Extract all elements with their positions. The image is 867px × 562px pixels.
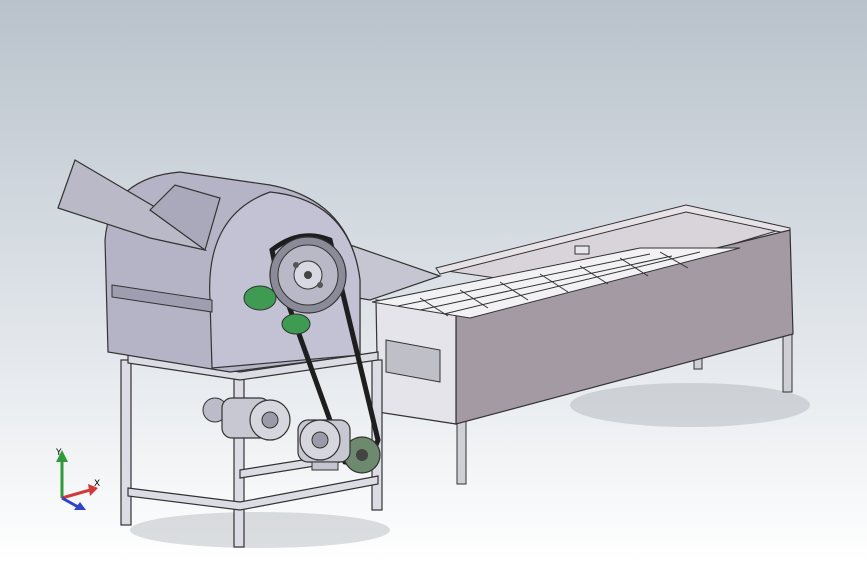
ground-shadow [130,512,390,548]
y-axis-label: Y [55,448,62,458]
stand-base-rail [127,475,379,511]
ground-shadow [570,383,810,427]
x-axis-label: X [94,479,100,489]
tank-leg [456,417,467,485]
graphics-viewport[interactable]: Y X [0,0,867,562]
3d-model-view[interactable]: Y X [0,0,867,562]
x-axis-arrow [61,488,91,500]
large-pulley[interactable] [269,236,347,314]
tank-leg [782,329,793,393]
bearing-block [243,285,277,311]
bearing-block [281,313,311,335]
motor-left[interactable] [202,397,291,441]
coordinate-triad: Y X [55,448,100,510]
washing-tank[interactable] [371,204,794,485]
tank-tab [574,245,590,255]
stand-leg [120,359,132,526]
